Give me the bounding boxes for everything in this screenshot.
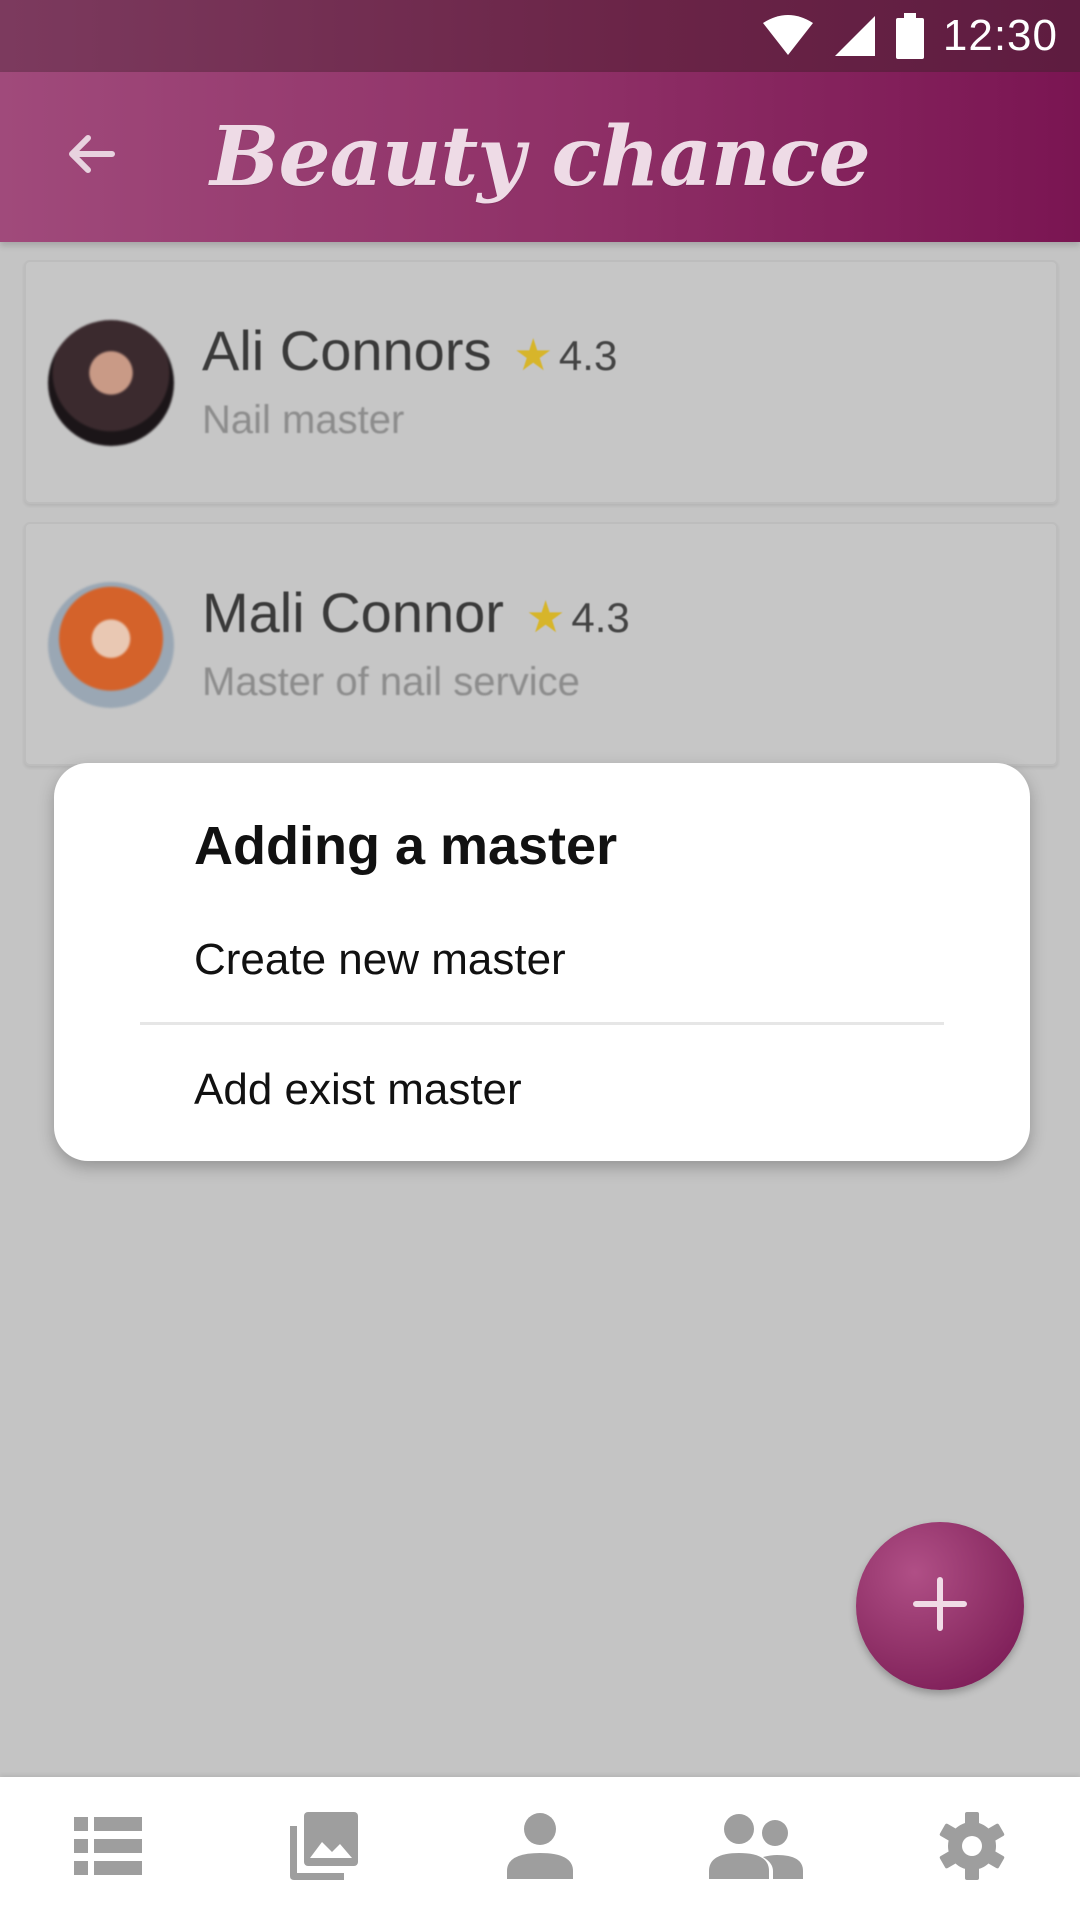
- master-role: Master of nail service: [202, 660, 580, 704]
- rating-value: 4.3: [558, 331, 618, 379]
- add-exist-master-option[interactable]: Add exist master: [194, 1065, 522, 1115]
- list-icon: [74, 1817, 142, 1880]
- master-name-row: Ali Connors ★ 4.3: [202, 318, 617, 383]
- add-master-fab[interactable]: [856, 1522, 1024, 1690]
- divider: [140, 1022, 944, 1025]
- master-name-row: Mali Connor ★ 4.3: [202, 580, 630, 645]
- group-icon: [709, 1813, 803, 1884]
- battery-icon: [895, 13, 925, 59]
- adding-master-dialog: Adding a master Create new master Add ex…: [54, 763, 1030, 1161]
- settings-icon: [938, 1812, 1006, 1885]
- rating-value: 4.3: [571, 593, 630, 641]
- master-role: Nail master: [202, 398, 405, 442]
- nav-item-list[interactable]: [43, 1799, 173, 1899]
- master-name: Mali Connor: [202, 581, 504, 644]
- nav-item-masters[interactable]: [691, 1799, 821, 1899]
- cell-signal-icon: [833, 14, 877, 58]
- avatar: [48, 320, 174, 446]
- plus-icon: [910, 1574, 970, 1639]
- back-button[interactable]: [54, 120, 126, 192]
- master-card[interactable]: Ali Connors ★ 4.3 Nail master: [24, 260, 1058, 504]
- rating: ★ 4.3: [526, 592, 630, 643]
- rating: ★ 4.3: [513, 330, 617, 381]
- arrow-back-icon: [64, 128, 116, 185]
- status-bar: 12:30: [0, 0, 1080, 72]
- master-name: Ali Connors: [202, 319, 492, 382]
- star-icon: ★: [513, 331, 553, 380]
- avatar: [48, 582, 174, 708]
- status-time: 12:30: [942, 11, 1058, 60]
- nav-item-gallery[interactable]: [259, 1799, 389, 1899]
- app-title: Beauty chance: [210, 109, 871, 205]
- nav-item-profile[interactable]: [475, 1799, 605, 1899]
- wifi-icon: [761, 15, 815, 57]
- nav-item-settings[interactable]: [907, 1799, 1037, 1899]
- bottom-nav: [0, 1777, 1080, 1920]
- gallery-icon: [290, 1812, 358, 1885]
- star-icon: ★: [525, 593, 566, 642]
- dialog-title: Adding a master: [194, 816, 618, 876]
- person-icon: [507, 1813, 573, 1884]
- app-bar: Beauty chance: [0, 72, 1080, 242]
- master-card[interactable]: Mali Connor ★ 4.3 Master of nail service: [24, 522, 1058, 766]
- create-new-master-option[interactable]: Create new master: [194, 935, 566, 985]
